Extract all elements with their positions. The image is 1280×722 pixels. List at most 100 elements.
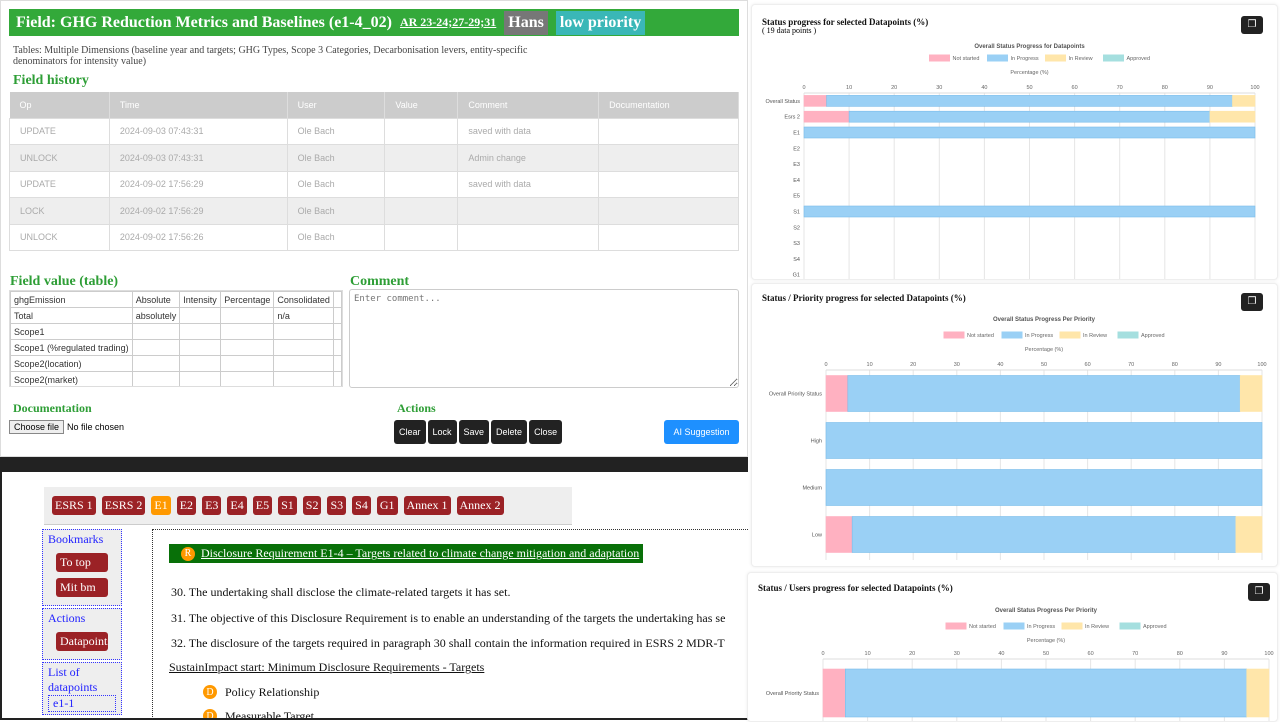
- table-cell[interactable]: [273, 371, 334, 386]
- priority-chart-card: Status / Priority progress for selected …: [751, 283, 1278, 567]
- tab-g1[interactable]: G1: [376, 496, 398, 515]
- table-row[interactable]: LOCK 2024-09-02 17:56:29 Ole Bach: [9, 197, 739, 225]
- table-cell[interactable]: [273, 323, 334, 340]
- legend-label: In Review: [1083, 333, 1107, 339]
- table-cell[interactable]: Percentage: [220, 291, 275, 308]
- lock-button[interactable]: Lock: [427, 420, 457, 444]
- documentation-heading: Documentation: [13, 401, 92, 415]
- tab-e2[interactable]: E2: [176, 496, 197, 515]
- table-row[interactable]: UNLOCK 2024-09-02 17:56:26 Ole Bach: [9, 223, 739, 251]
- section-link[interactable]: SustainImpact start: Minimum Disclosure …: [169, 660, 484, 675]
- document-content: R Disclosure Requirement E1-4 – Targets …: [152, 529, 748, 718]
- status-chart-card: Status progress for selected Datapoints …: [751, 4, 1278, 280]
- tab-annex-2[interactable]: Annex 2: [456, 496, 504, 515]
- table-cell[interactable]: Scope2(market): [10, 371, 133, 386]
- table-row[interactable]: UNLOCK 2024-09-03 07:43:31 Ole Bach Admin c…: [9, 144, 739, 172]
- table-cell[interactable]: [332, 355, 342, 372]
- tab-e1[interactable]: E1: [151, 496, 171, 515]
- tab-esrs-2[interactable]: ESRS 2: [101, 496, 146, 515]
- table-cell[interactable]: n/a: [273, 307, 334, 324]
- table-cell[interactable]: [332, 323, 342, 340]
- x-tick-label: 50: [1043, 651, 1049, 657]
- table-cell[interactable]: [220, 371, 275, 386]
- legend-label: Not started: [953, 56, 980, 62]
- y-tick-label: S4: [793, 257, 800, 263]
- requirement-title: Disclosure Requirement E1-4 – Targets re…: [201, 546, 640, 560]
- table-cell[interactable]: [332, 307, 342, 324]
- table-cell[interactable]: [273, 355, 334, 372]
- table-cell[interactable]: [332, 291, 342, 308]
- table-row[interactable]: UPDATE 2024-09-02 17:56:29 Ole Bach saved w…: [9, 170, 739, 198]
- to-top-button[interactable]: To top: [56, 553, 108, 572]
- tab-s1[interactable]: S1: [278, 496, 297, 515]
- table-cell[interactable]: [332, 339, 342, 356]
- table-cell[interactable]: [273, 339, 334, 356]
- table-cell[interactable]: Scope2(location): [10, 355, 133, 372]
- table-cell[interactable]: [131, 355, 181, 372]
- choose-file-button[interactable]: Choose file: [9, 420, 65, 434]
- x-tick-label: 20: [891, 85, 897, 91]
- table-cell[interactable]: [220, 323, 275, 340]
- file-status: No file chosen: [67, 422, 125, 432]
- table-cell[interactable]: absolutely: [131, 307, 181, 324]
- tab-e5[interactable]: E5: [252, 496, 273, 515]
- ar-reference-link[interactable]: AR 23-24;27-29;31: [400, 15, 496, 30]
- table-cell: [598, 170, 739, 198]
- datapoint-link[interactable]: e1-1: [48, 695, 116, 712]
- table-cell[interactable]: Total: [10, 307, 133, 324]
- table-cell[interactable]: Intensity: [179, 291, 222, 308]
- table-cell[interactable]: [220, 307, 275, 324]
- tab-annex-1[interactable]: Annex 1: [403, 496, 451, 515]
- field-value-table[interactable]: ghgEmission Absolute Intensity Percentage Co…: [9, 290, 343, 387]
- table-cell[interactable]: [131, 323, 181, 340]
- table-cell: [384, 170, 459, 198]
- x-axis-label: Percentage (%): [1025, 347, 1063, 353]
- tab-s3[interactable]: S3: [327, 496, 347, 515]
- comment-input[interactable]: [349, 289, 739, 388]
- table-cell[interactable]: [179, 339, 222, 356]
- tab-s2[interactable]: S2: [302, 496, 322, 515]
- x-axis-label: Percentage (%): [1027, 638, 1065, 644]
- column-header: User: [287, 92, 386, 118]
- table-cell[interactable]: [332, 371, 342, 386]
- field-description: Tables: Multiple Dimensions (baseline ye…: [13, 45, 528, 67]
- tab-e3[interactable]: E3: [202, 496, 222, 515]
- datapoints-button[interactable]: Datapoints: [56, 632, 108, 651]
- x-tick-label: 30: [954, 362, 960, 368]
- tab-esrs-1[interactable]: ESRS 1: [52, 496, 96, 515]
- mit-bm-button[interactable]: Mit bm: [56, 578, 108, 597]
- table-cell[interactable]: [220, 355, 275, 372]
- y-tick-label: High: [811, 439, 822, 445]
- save-button[interactable]: Save: [458, 420, 490, 444]
- tab-s4[interactable]: S4: [352, 496, 371, 515]
- table-cell[interactable]: Scope1: [10, 323, 133, 340]
- table-cell[interactable]: [179, 307, 222, 324]
- table-row: ghgEmission Absolute Intensity Percentage Co…: [10, 291, 342, 308]
- y-tick-label: Overall Status: [765, 99, 800, 105]
- table-cell[interactable]: Consolidated: [273, 291, 334, 308]
- table-cell[interactable]: Absolute: [131, 291, 181, 308]
- delete-button[interactable]: Delete: [491, 420, 528, 444]
- datapoint-item[interactable]: D Measurable Target: [203, 709, 314, 718]
- legend-swatch: [929, 54, 950, 62]
- table-cell[interactable]: [179, 371, 222, 386]
- table-cell: 2024-09-02 17:56:26: [108, 223, 288, 251]
- table-cell[interactable]: [220, 339, 275, 356]
- table-cell[interactable]: Scope1 (%regulated trading): [10, 339, 133, 356]
- table-row: Scope1 (%regulated trading): [10, 339, 342, 356]
- clear-button[interactable]: Clear: [394, 420, 426, 444]
- datapoint-item[interactable]: D Policy Relationship: [203, 685, 319, 700]
- close-button[interactable]: Close: [529, 420, 563, 444]
- requirement-banner[interactable]: R Disclosure Requirement E1-4 – Targets …: [169, 544, 644, 563]
- table-cell[interactable]: [131, 339, 181, 356]
- table-cell[interactable]: ghgEmission: [10, 291, 133, 308]
- bar-segment-not-started: [825, 516, 853, 553]
- ai-suggestion-button[interactable]: AI Suggestion: [664, 420, 739, 444]
- chart-title: Overall Status Progress Per Priority: [993, 317, 1096, 323]
- legend-swatch: [1061, 622, 1083, 630]
- table-row[interactable]: UPDATE 2024-09-03 07:43:31 Ole Bach saved w…: [9, 117, 739, 145]
- table-cell[interactable]: [179, 323, 222, 340]
- table-cell[interactable]: [131, 371, 181, 386]
- table-cell[interactable]: [179, 355, 222, 372]
- tab-e4[interactable]: E4: [227, 496, 247, 515]
